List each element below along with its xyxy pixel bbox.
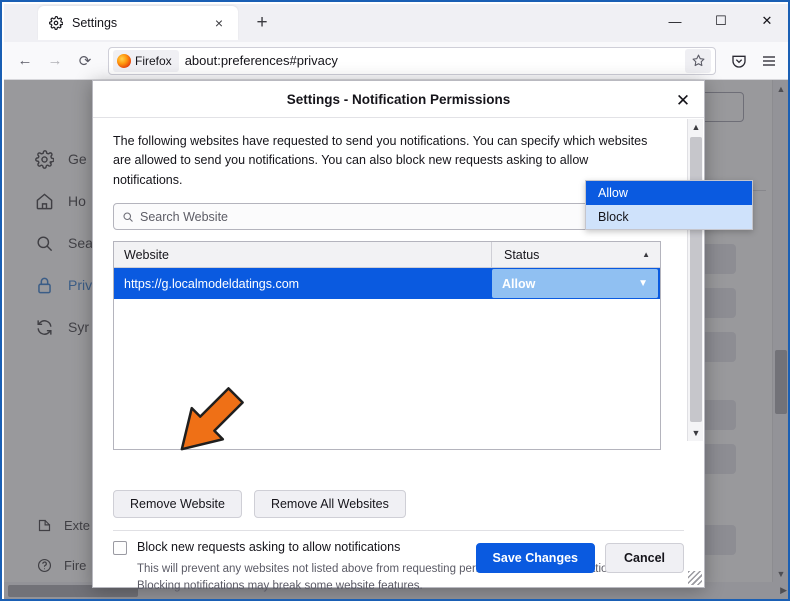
dialog-resize-handle[interactable]	[688, 571, 702, 585]
dialog-footer: Save Changes Cancel	[475, 543, 684, 573]
block-new-requests-label: Block new requests asking to allow notif…	[137, 540, 401, 554]
back-button[interactable]: ←	[10, 47, 40, 75]
status-value: Allow	[502, 276, 536, 291]
block-new-requests-row[interactable]: Block new requests asking to allow notif…	[113, 540, 400, 555]
home-icon	[34, 191, 54, 211]
browser-window: Settings × + — ☐ ✕ ← → ⟳ Firefox about:p…	[0, 0, 790, 601]
dialog-description: The following websites have requested to…	[113, 134, 648, 187]
scroll-down-icon[interactable]: ▼	[688, 425, 704, 441]
help-circle-icon	[36, 557, 52, 573]
scroll-up-icon[interactable]: ▲	[773, 80, 788, 97]
sidebar-item-label: Ho	[68, 193, 86, 209]
notification-permissions-dialog: Settings - Notification Permissions ✕ Th…	[92, 80, 753, 592]
permissions-table: Website Status ▲ https://g.localmodeldat…	[113, 241, 661, 451]
hamburger-menu-icon[interactable]	[754, 47, 784, 75]
tab-settings[interactable]: Settings ×	[38, 6, 238, 40]
gear-icon	[48, 15, 64, 31]
remove-website-button[interactable]: Remove Website	[113, 490, 242, 518]
search-placeholder: Search Website	[140, 209, 229, 224]
sidebar-item-label: Sea	[68, 235, 93, 251]
sidebar-item-label: Exte	[64, 517, 91, 533]
lock-icon	[34, 275, 54, 295]
scrollbar-thumb[interactable]	[775, 350, 787, 414]
sort-ascending-icon: ▲	[642, 250, 650, 260]
close-icon[interactable]: ×	[210, 14, 228, 32]
url-text[interactable]: about:preferences#privacy	[185, 53, 685, 68]
address-bar[interactable]: Firefox about:preferences#privacy	[108, 46, 716, 75]
firefox-identity-chip: Firefox	[113, 49, 179, 72]
search-input[interactable]: Search Website	[113, 203, 661, 231]
dropdown-option-block[interactable]: Block	[586, 205, 752, 229]
dialog-divider	[113, 530, 684, 531]
block-new-requests-checkbox[interactable]	[113, 541, 127, 555]
dialog-scrollbar[interactable]: ▲ ▼	[687, 119, 703, 441]
reload-button[interactable]: ⟳	[70, 47, 100, 75]
minimize-button[interactable]: —	[652, 4, 698, 38]
status-dropdown-menu[interactable]: Allow Block	[585, 180, 753, 230]
search-icon	[34, 233, 54, 253]
navigation-toolbar: ← → ⟳ Firefox about:preferences#privacy	[4, 42, 788, 80]
window-controls: — ☐ ✕	[652, 4, 788, 42]
new-tab-button[interactable]: +	[250, 10, 274, 34]
save-changes-button[interactable]: Save Changes	[475, 543, 595, 573]
firefox-logo-icon	[117, 53, 131, 68]
sidebar-item-label: Syr	[68, 319, 89, 335]
page-scrollbar[interactable]: ▲ ▼	[772, 80, 788, 599]
column-header-website[interactable]: Website	[114, 242, 492, 268]
save-changes-label: Save Changes	[492, 551, 578, 565]
tab-title: Settings	[72, 16, 118, 30]
table-header: Website Status ▲	[114, 242, 660, 269]
extensions-icon	[36, 517, 52, 533]
chevron-down-icon: ▼	[638, 278, 648, 290]
scroll-up-icon[interactable]: ▲	[688, 119, 704, 135]
sync-icon	[34, 317, 54, 337]
table-action-buttons: Remove Website Remove All Websites	[113, 490, 406, 518]
sidebar-item-label: Fire	[64, 557, 87, 573]
close-icon[interactable]: ✕	[670, 87, 696, 113]
forward-button[interactable]: →	[40, 47, 70, 75]
status-dropdown-button[interactable]: Allow ▼	[492, 269, 658, 299]
search-icon	[122, 211, 134, 223]
column-header-status-label: Status	[504, 247, 540, 262]
row-website: https://g.localmodeldatings.com	[124, 276, 300, 291]
scroll-down-icon[interactable]: ▼	[773, 565, 788, 582]
gear-icon	[34, 149, 54, 169]
cancel-label: Cancel	[624, 551, 665, 565]
table-row[interactable]: https://g.localmodeldatings.com Allow ▼	[114, 268, 660, 300]
dialog-title: Settings - Notification Permissions	[286, 91, 511, 107]
maximize-button[interactable]: ☐	[698, 4, 744, 38]
dialog-header: Settings - Notification Permissions ✕	[93, 81, 704, 118]
dropdown-option-allow[interactable]: Allow	[586, 181, 752, 205]
sidebar-item-label: Ge	[68, 151, 87, 167]
tab-strip: Settings × + — ☐ ✕	[4, 4, 788, 42]
star-icon[interactable]	[685, 48, 711, 73]
firefox-chip-label: Firefox	[135, 53, 172, 68]
remove-all-websites-button[interactable]: Remove All Websites	[253, 490, 406, 518]
column-header-status[interactable]: Status ▲	[492, 242, 660, 267]
row-status-cell[interactable]: Allow ▼	[492, 268, 660, 299]
dialog-body: The following websites have requested to…	[93, 118, 753, 592]
save-to-pocket-icon[interactable]	[724, 47, 754, 75]
remove-all-websites-label: Remove All Websites	[270, 497, 389, 511]
sidebar-item-label: Priv	[68, 277, 93, 293]
remove-website-label: Remove Website	[130, 497, 225, 511]
cancel-button[interactable]: Cancel	[605, 543, 684, 573]
window-close-button[interactable]: ✕	[744, 4, 788, 38]
scroll-right-icon[interactable]: ▶	[780, 585, 787, 596]
